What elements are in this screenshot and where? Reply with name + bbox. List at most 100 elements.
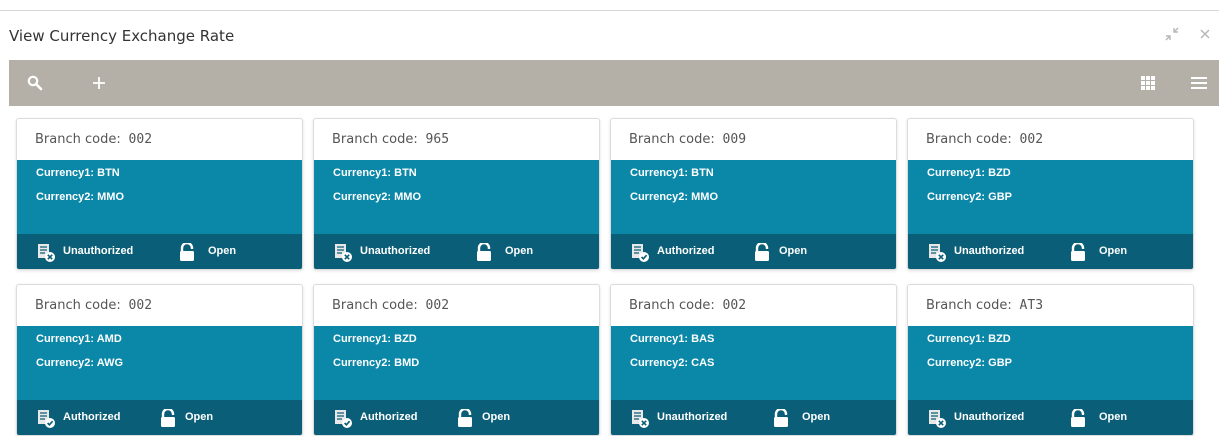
exchange-rate-card[interactable]: Branch code: 009 Currency1: BTN Currency… <box>610 118 897 270</box>
exchange-rate-card[interactable]: Branch code: 002 Currency1: BTN Currency… <box>16 118 303 270</box>
branch-code-label: Branch code: <box>926 297 1012 313</box>
authorization-status: Unauthorized <box>954 411 1025 423</box>
unlocked-icon <box>753 241 773 264</box>
currency2-value: MMO <box>691 191 719 203</box>
branch-code-label: Branch code: <box>332 131 418 147</box>
branch-code-value: 002 <box>128 131 153 147</box>
currency2-value: MMO <box>97 191 125 203</box>
record-status: Open <box>505 245 534 257</box>
record-status: Open <box>185 411 214 423</box>
card-details: Currency1: BZD Currency2: GBP <box>908 326 1193 400</box>
currency2-label: Currency2: <box>927 191 986 203</box>
currency1-value: BZD <box>988 167 1011 179</box>
card-footer: Authorized Open <box>17 400 302 435</box>
currency1-label: Currency1: <box>333 167 392 179</box>
card-header: Branch code: 002 <box>17 285 302 325</box>
currency2-row: Currency2: GBP <box>927 191 1012 203</box>
card-footer: Unauthorized Open <box>17 234 302 269</box>
card-details: Currency1: BAS Currency2: CAS <box>611 326 896 400</box>
currency1-row: Currency1: AMD <box>36 333 122 345</box>
card-footer: Unauthorized Open <box>908 400 1193 435</box>
record-status: Open <box>1099 411 1128 423</box>
authorized-icon <box>630 243 650 266</box>
authorization-status: Unauthorized <box>63 245 134 257</box>
authorization-status: Unauthorized <box>954 245 1025 257</box>
add-icon[interactable] <box>87 60 111 106</box>
top-divider <box>0 10 1219 11</box>
exchange-rate-card[interactable]: Branch code: 002 Currency1: BAS Currency… <box>610 284 897 436</box>
grid-view-icon[interactable] <box>1137 60 1159 106</box>
card-header: Branch code: 002 <box>314 285 599 325</box>
card-header: Branch code: AT3 <box>908 285 1193 325</box>
currency1-row: Currency1: BZD <box>927 167 1011 179</box>
card-details: Currency1: BTN Currency2: MMO <box>314 160 599 234</box>
currency2-label: Currency2: <box>36 191 95 203</box>
currency2-value: MMO <box>394 191 422 203</box>
unauthorized-icon <box>630 409 650 432</box>
currency2-label: Currency2: <box>333 357 392 369</box>
unlocked-icon <box>475 241 495 264</box>
currency2-label: Currency2: <box>630 357 689 369</box>
currency2-row: Currency2: MMO <box>36 191 124 203</box>
currency1-row: Currency1: BTN <box>333 167 417 179</box>
currency2-label: Currency2: <box>333 191 392 203</box>
currency2-row: Currency2: CAS <box>630 357 714 369</box>
exchange-rate-card[interactable]: Branch code: 002 Currency1: BZD Currency… <box>907 118 1194 270</box>
currency1-value: BZD <box>394 333 417 345</box>
currency1-label: Currency1: <box>630 333 689 345</box>
unlocked-icon <box>1069 241 1089 264</box>
authorization-status: Unauthorized <box>360 245 431 257</box>
authorized-icon <box>333 409 353 432</box>
minimize-icon[interactable] <box>1165 27 1179 45</box>
currency1-row: Currency1: BTN <box>36 167 120 179</box>
branch-code-value: 002 <box>722 297 747 313</box>
authorization-status: Authorized <box>360 411 418 423</box>
currency2-row: Currency2: MMO <box>630 191 718 203</box>
unauthorized-icon <box>927 243 947 266</box>
currency1-row: Currency1: BAS <box>630 333 714 345</box>
currency2-value: GBP <box>988 357 1012 369</box>
unlocked-icon <box>178 241 198 264</box>
currency1-label: Currency1: <box>36 167 95 179</box>
record-status: Open <box>482 411 511 423</box>
currency1-value: AMD <box>96 333 122 345</box>
branch-code-value: 965 <box>425 131 450 147</box>
currency1-value: BTN <box>691 167 714 179</box>
exchange-rate-card[interactable]: Branch code: 965 Currency1: BTN Currency… <box>313 118 600 270</box>
currency1-label: Currency1: <box>333 333 392 345</box>
currency2-label: Currency2: <box>630 191 689 203</box>
branch-code-label: Branch code: <box>35 297 121 313</box>
card-header: Branch code: 002 <box>17 119 302 159</box>
branch-code-value: 002 <box>128 297 153 313</box>
currency1-label: Currency1: <box>927 333 986 345</box>
record-status: Open <box>1099 245 1128 257</box>
unauthorized-icon <box>333 243 353 266</box>
list-view-icon[interactable] <box>1187 60 1211 106</box>
close-icon[interactable] <box>1199 27 1211 45</box>
currency1-label: Currency1: <box>927 167 986 179</box>
card-details: Currency1: BTN Currency2: MMO <box>17 160 302 234</box>
currency2-value: BMD <box>394 357 420 369</box>
card-details: Currency1: BTN Currency2: MMO <box>611 160 896 234</box>
card-footer: Authorized Open <box>314 400 599 435</box>
branch-code-label: Branch code: <box>926 131 1012 147</box>
currency2-value: CAS <box>691 357 715 369</box>
authorization-status: Authorized <box>657 245 715 257</box>
currency1-value: BZD <box>988 333 1011 345</box>
exchange-rate-card[interactable]: Branch code: 002 Currency1: AMD Currency… <box>16 284 303 436</box>
currency2-value: AWG <box>96 357 124 369</box>
authorized-icon <box>36 409 56 432</box>
currency1-row: Currency1: BZD <box>333 333 417 345</box>
page-title: View Currency Exchange Rate <box>9 27 235 45</box>
currency1-value: BAS <box>691 333 715 345</box>
exchange-rate-card[interactable]: Branch code: AT3 Currency1: BZD Currency… <box>907 284 1194 436</box>
search-icon[interactable] <box>21 60 49 106</box>
branch-code-label: Branch code: <box>332 297 418 313</box>
currency1-label: Currency1: <box>630 167 689 179</box>
unauthorized-icon <box>927 409 947 432</box>
currency1-value: BTN <box>394 167 417 179</box>
exchange-rate-card[interactable]: Branch code: 002 Currency1: BZD Currency… <box>313 284 600 436</box>
branch-code-value: AT3 <box>1019 297 1044 313</box>
unauthorized-icon <box>36 243 56 266</box>
card-header: Branch code: 002 <box>611 285 896 325</box>
